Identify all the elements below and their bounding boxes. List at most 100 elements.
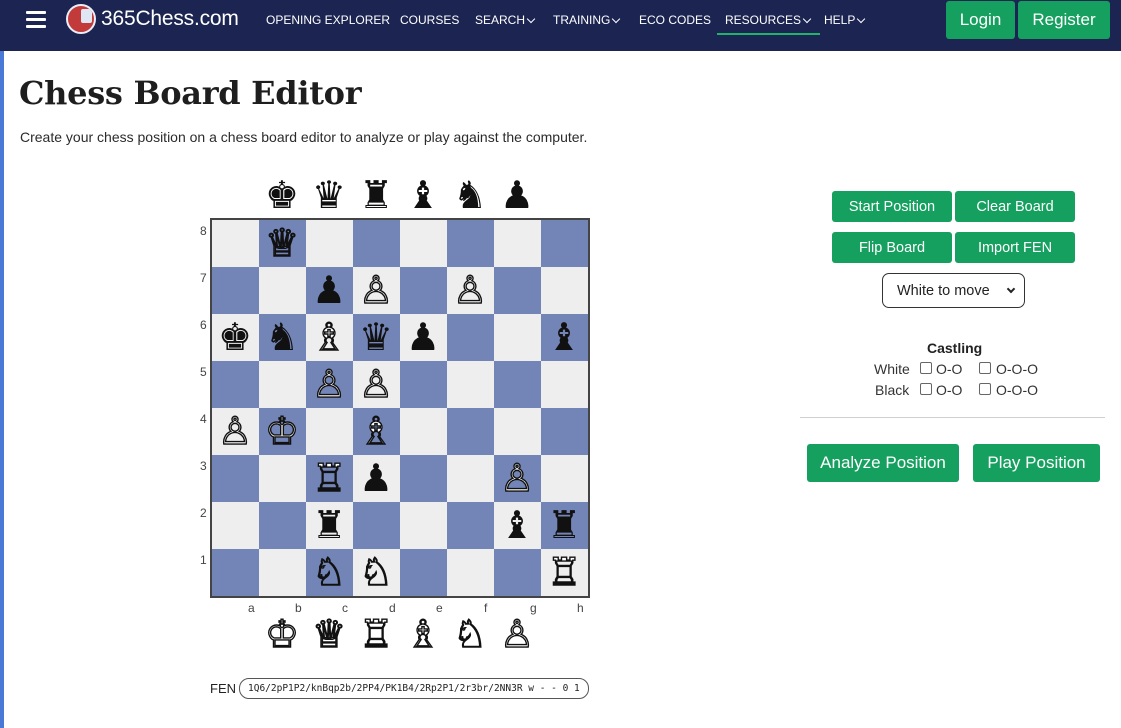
black-pawn-d3[interactable]: ♟ (354, 456, 398, 500)
palette-white-king[interactable]: ♔ (260, 612, 304, 656)
menu-courses[interactable]: COURSES (400, 13, 459, 27)
square-e8[interactable] (400, 220, 447, 267)
menu-search[interactable]: SEARCH (475, 13, 536, 27)
square-g7[interactable] (494, 267, 541, 314)
square-e2[interactable] (400, 502, 447, 549)
square-f2[interactable] (447, 502, 494, 549)
side-to-move-select[interactable]: White to move (882, 273, 1025, 308)
square-h8[interactable] (541, 220, 588, 267)
square-c4[interactable] (306, 408, 353, 455)
palette-black-king[interactable]: ♚ (260, 173, 304, 217)
square-b5[interactable] (259, 361, 306, 408)
fen-input[interactable]: 1Q6/2pP1P2/knBqp2b/2PP4/PK1B4/2Rp2P1/2r3… (239, 678, 589, 699)
palette-black-pawn[interactable]: ♟ (495, 173, 539, 217)
square-f1[interactable] (447, 549, 494, 596)
palette-white-knight[interactable]: ♘ (448, 612, 492, 656)
square-e4[interactable] (400, 408, 447, 455)
menu-opening-explorer[interactable]: OPENING EXPLORER (266, 13, 390, 27)
black-rook-h2[interactable]: ♜ (542, 503, 586, 547)
square-h5[interactable] (541, 361, 588, 408)
black-rook-c2[interactable]: ♜ (307, 503, 351, 547)
white-pawn-g3[interactable]: ♙ (495, 456, 539, 500)
square-h7[interactable] (541, 267, 588, 314)
palette-white-queen[interactable]: ♕ (307, 612, 351, 656)
palette-white-rook[interactable]: ♖ (354, 612, 398, 656)
black-long-castle-checkbox[interactable] (979, 383, 991, 395)
square-g1[interactable] (494, 549, 541, 596)
hamburger-menu-icon[interactable] (26, 10, 46, 28)
square-a2[interactable] (212, 502, 259, 549)
palette-black-bishop[interactable]: ♝ (401, 173, 445, 217)
square-e5[interactable] (400, 361, 447, 408)
square-e7[interactable] (400, 267, 447, 314)
white-short-castle-checkbox[interactable] (920, 362, 932, 374)
square-h3[interactable] (541, 455, 588, 502)
import-fen-button[interactable]: Import FEN (955, 232, 1075, 263)
square-a3[interactable] (212, 455, 259, 502)
analyze-position-button[interactable]: Analyze Position (807, 444, 959, 482)
square-a8[interactable] (212, 220, 259, 267)
white-bishop-c6[interactable]: ♗ (307, 315, 351, 359)
clear-board-button[interactable]: Clear Board (955, 191, 1075, 222)
square-b7[interactable] (259, 267, 306, 314)
palette-white-bishop[interactable]: ♗ (401, 612, 445, 656)
login-button[interactable]: Login (946, 1, 1015, 39)
register-button[interactable]: Register (1018, 1, 1110, 39)
palette-white-pawn[interactable]: ♙ (495, 612, 539, 656)
white-pawn-d5[interactable]: ♙ (354, 362, 398, 406)
black-short-castle-checkbox[interactable] (920, 383, 932, 395)
square-e3[interactable] (400, 455, 447, 502)
white-king-b4[interactable]: ♔ (260, 409, 304, 453)
menu-help[interactable]: HELP (824, 13, 866, 27)
menu-training[interactable]: TRAINING (553, 13, 621, 27)
black-queen-d6[interactable]: ♛ (354, 315, 398, 359)
white-pawn-c5[interactable]: ♙ (307, 362, 351, 406)
palette-black-rook[interactable]: ♜ (354, 173, 398, 217)
white-pawn-f7[interactable]: ♙ (448, 268, 492, 312)
site-logo[interactable]: 365Chess.com (66, 3, 239, 35)
black-king-a6[interactable]: ♚ (213, 315, 257, 359)
square-g4[interactable] (494, 408, 541, 455)
square-a1[interactable] (212, 549, 259, 596)
square-b1[interactable] (259, 549, 306, 596)
black-bishop-g2[interactable]: ♝ (495, 503, 539, 547)
white-queen-b8[interactable]: ♕ (260, 221, 304, 265)
menu-eco-codes[interactable]: ECO CODES (639, 13, 711, 27)
chess-board[interactable]: ♕ ♟ ♙ ♙ ♚ ♞ ♗ ♛ ♟ ♝ ♙ ♙ ♙ ♔ ♗ ♖ ♟ ♙ ♜ ♝ ♜ ♘ ♘ ♖ (210, 218, 590, 598)
start-position-button[interactable]: Start Position (832, 191, 952, 222)
square-f5[interactable] (447, 361, 494, 408)
white-pawn-a4[interactable]: ♙ (213, 409, 257, 453)
square-b2[interactable] (259, 502, 306, 549)
square-f6[interactable] (447, 314, 494, 361)
square-d2[interactable] (353, 502, 400, 549)
square-f8[interactable] (447, 220, 494, 267)
white-rook-c3[interactable]: ♖ (307, 456, 351, 500)
black-bishop-h6[interactable]: ♝ (542, 315, 586, 359)
square-g8[interactable] (494, 220, 541, 267)
square-f4[interactable] (447, 408, 494, 455)
square-h4[interactable] (541, 408, 588, 455)
black-pawn-c7[interactable]: ♟ (307, 268, 351, 312)
white-bishop-d4[interactable]: ♗ (354, 409, 398, 453)
square-c8[interactable] (306, 220, 353, 267)
square-b3[interactable] (259, 455, 306, 502)
white-long-castle-checkbox[interactable] (979, 362, 991, 374)
menu-resources[interactable]: RESOURCES (716, 13, 821, 35)
black-pawn-e6[interactable]: ♟ (401, 315, 445, 359)
white-rook-h1[interactable]: ♖ (542, 550, 586, 594)
square-a5[interactable] (212, 361, 259, 408)
flip-board-button[interactable]: Flip Board (832, 232, 952, 263)
white-pawn-d7[interactable]: ♙ (354, 268, 398, 312)
white-knight-c1[interactable]: ♘ (307, 550, 351, 594)
palette-black-knight[interactable]: ♞ (448, 173, 492, 217)
square-f3[interactable] (447, 455, 494, 502)
square-e1[interactable] (400, 549, 447, 596)
play-position-button[interactable]: Play Position (973, 444, 1100, 482)
square-g5[interactable] (494, 361, 541, 408)
black-knight-b6[interactable]: ♞ (260, 315, 304, 359)
palette-black-queen[interactable]: ♛ (307, 173, 351, 217)
white-knight-d1[interactable]: ♘ (354, 550, 398, 594)
square-a7[interactable] (212, 267, 259, 314)
square-d8[interactable] (353, 220, 400, 267)
square-g6[interactable] (494, 314, 541, 361)
